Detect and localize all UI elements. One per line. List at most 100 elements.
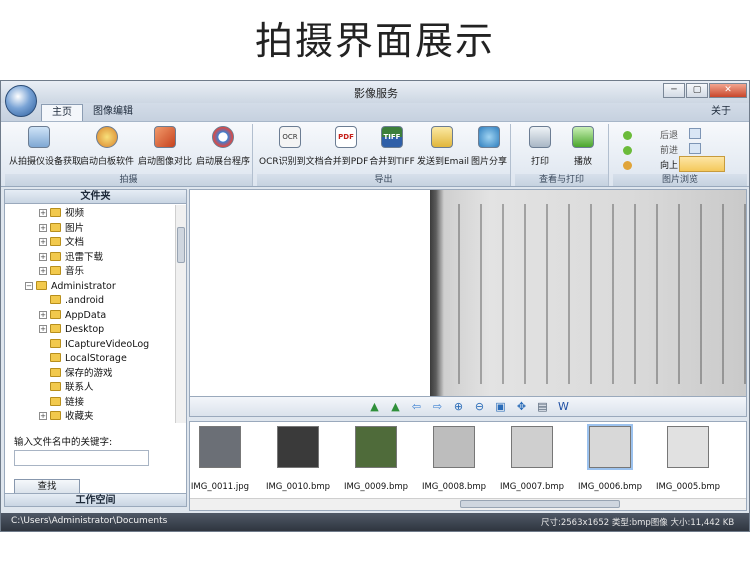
merge-pdf-button[interactable]: PDF 合并到PDF [323, 126, 369, 167]
group-label-export: 导出 [257, 174, 510, 186]
rotate-right-icon[interactable]: ▲ [389, 400, 402, 413]
tree-item[interactable]: 链接 [39, 396, 84, 410]
tree-scroll-thumb[interactable] [177, 227, 185, 263]
tree-item[interactable]: + 音乐 [39, 265, 84, 279]
thumbnail-scroll-thumb[interactable] [460, 500, 620, 508]
tree-scrollbar[interactable] [175, 205, 186, 423]
print-button[interactable]: 打印 [523, 126, 557, 167]
thumbnail-scrollbar[interactable] [190, 498, 746, 510]
fit-icon[interactable]: ▣ [494, 400, 507, 413]
send-email-button[interactable]: 发送到Email [417, 126, 469, 167]
expand-icon[interactable]: + [39, 412, 47, 420]
capture-from-device-button[interactable]: 从拍摄仪设备获取 [9, 126, 81, 167]
thumbnail[interactable]: IMG_0008.bmp [416, 426, 492, 492]
minimize-button[interactable]: ─ [663, 83, 685, 98]
tree-item[interactable]: + 视频 [39, 207, 84, 221]
ocr-to-doc-button[interactable]: OCR OCR识别到文档 [259, 126, 324, 167]
back-arrow-icon [623, 131, 632, 140]
ribbon-group-browse: 后退 前进 向上 图片浏览 [613, 124, 747, 186]
expand-icon[interactable]: + [39, 209, 47, 217]
app-window: 影像服务 ─ ▢ ✕ 主页 图像编辑 关于 从拍摄仪设备获取 启动白板软件 启动… [0, 80, 750, 532]
collapse-icon[interactable]: − [25, 281, 33, 290]
tree-item[interactable]: + AppData [39, 309, 106, 323]
expand-icon[interactable]: + [39, 310, 47, 319]
expand-icon[interactable]: + [39, 223, 47, 232]
thumbnail[interactable]: IMG_0005.bmp [650, 426, 726, 492]
group-label-capture: 拍摄 [5, 174, 252, 186]
thumbnail-label: IMG_0005.bmp [655, 482, 721, 492]
exhibition-icon [212, 126, 234, 148]
launch-exhibition-button[interactable]: 启动展台程序 [195, 126, 251, 167]
up-button[interactable]: 向上 [623, 158, 678, 171]
rotate-left-icon[interactable]: ▲ [368, 400, 381, 413]
zoom-in-icon[interactable]: ⊕ [452, 400, 465, 413]
tab-about[interactable]: 关于 [701, 104, 741, 121]
launch-whiteboard-button[interactable]: 启动白板软件 [79, 126, 135, 167]
view-mode-dropdown[interactable] [679, 156, 725, 172]
tree-item[interactable]: 联系人 [39, 381, 94, 395]
grid-view-icon[interactable] [689, 143, 701, 154]
tiff-icon: TIFF [381, 126, 403, 148]
folder-icon [50, 411, 61, 420]
expand-icon[interactable]: + [39, 252, 47, 261]
app-menu-orb-icon[interactable] [5, 85, 37, 117]
tree-item[interactable]: .android [39, 294, 104, 308]
status-image-info: 尺寸:2563x1652 类型:bmp图像 大小:11,442 KB [541, 518, 735, 528]
expand-icon[interactable]: + [39, 325, 47, 333]
tree-item[interactable]: + Desktop [39, 323, 104, 337]
share-image-button[interactable]: 图片分享 [469, 126, 509, 167]
merge-tiff-button[interactable]: TIFF 合并到TIFF [369, 126, 415, 167]
tree-item[interactable]: + 迅雷下载 [39, 251, 103, 265]
maximize-button[interactable]: ▢ [686, 83, 708, 98]
tree-item[interactable]: + 图片 [39, 222, 84, 236]
thumbnail-strip: IMG_0011.jpg IMG_0010.bmp IMG_0009.bmp IMG_… [189, 421, 747, 511]
thumbnail-image [587, 424, 633, 470]
pdf-icon: PDF [335, 126, 357, 148]
image-viewer[interactable] [189, 189, 747, 397]
back-button[interactable]: 后退 [623, 128, 678, 141]
tree-item-label: AppData [65, 309, 107, 321]
page-icon[interactable]: ▤ [536, 400, 549, 413]
thumbnail-image [277, 426, 319, 468]
move-icon[interactable]: ✥ [515, 400, 528, 413]
filename-search-input[interactable] [14, 450, 149, 466]
tree-item[interactable]: LocalStorage [39, 352, 127, 366]
thumbnail[interactable]: IMG_0007.bmp [494, 426, 570, 492]
thumbnail[interactable]: IMG_0006.bmp [572, 424, 648, 492]
arrow-left-icon[interactable]: ⇦ [410, 400, 423, 413]
zoom-out-icon[interactable]: ⊖ [473, 400, 486, 413]
workspace-header[interactable]: 工作空间 [5, 493, 186, 506]
ribbon-group-capture: 从拍摄仪设备获取 启动白板软件 启动图像对比 启动展台程序 拍摄 [5, 124, 253, 186]
tab-image-edit[interactable]: 图像编辑 [83, 104, 143, 121]
tab-home[interactable]: 主页 [41, 104, 83, 121]
expand-icon[interactable]: + [39, 238, 47, 246]
forward-button[interactable]: 前进 [623, 143, 678, 156]
thumbnail-image [667, 426, 709, 468]
play-button[interactable]: 播放 [565, 126, 601, 167]
tree-item[interactable]: ICaptureVideoLog [39, 338, 149, 352]
tree-item[interactable]: − Administrator [25, 280, 116, 294]
tree-item-label: .android [65, 295, 105, 306]
launch-image-compare-button[interactable]: 启动图像对比 [137, 126, 193, 167]
palette-icon [96, 126, 118, 148]
tree-item[interactable]: + 文档 [39, 236, 84, 250]
camera-icon [28, 126, 50, 148]
thumbnail-view-icon[interactable] [689, 128, 701, 139]
thumbnail[interactable]: IMG_0009.bmp [338, 426, 414, 492]
thumbnail-label: IMG_0011.jpg [190, 482, 250, 492]
thumbnail[interactable]: IMG_0010.bmp [260, 426, 336, 492]
expand-icon[interactable]: + [39, 267, 47, 275]
email-icon [431, 126, 453, 148]
tree-item[interactable]: 保存的游戏 [39, 367, 113, 381]
tree-item-label: ICaptureVideoLog [65, 338, 150, 350]
close-button[interactable]: ✕ [709, 83, 747, 98]
tree-item[interactable]: + 收藏夹 [39, 410, 94, 423]
tree-item-label: 迅雷下载 [65, 251, 104, 263]
thumbnail[interactable]: IMG_0011.jpg [190, 426, 258, 492]
thumbnail-image [511, 426, 553, 468]
ribbon-tabs: 主页 图像编辑 关于 [1, 103, 749, 121]
thumbnail-label: IMG_0008.bmp [421, 482, 487, 492]
arrow-right-icon[interactable]: ⇨ [431, 400, 444, 413]
word-icon[interactable]: W [557, 400, 570, 413]
tree-item-label: 视频 [65, 208, 85, 219]
